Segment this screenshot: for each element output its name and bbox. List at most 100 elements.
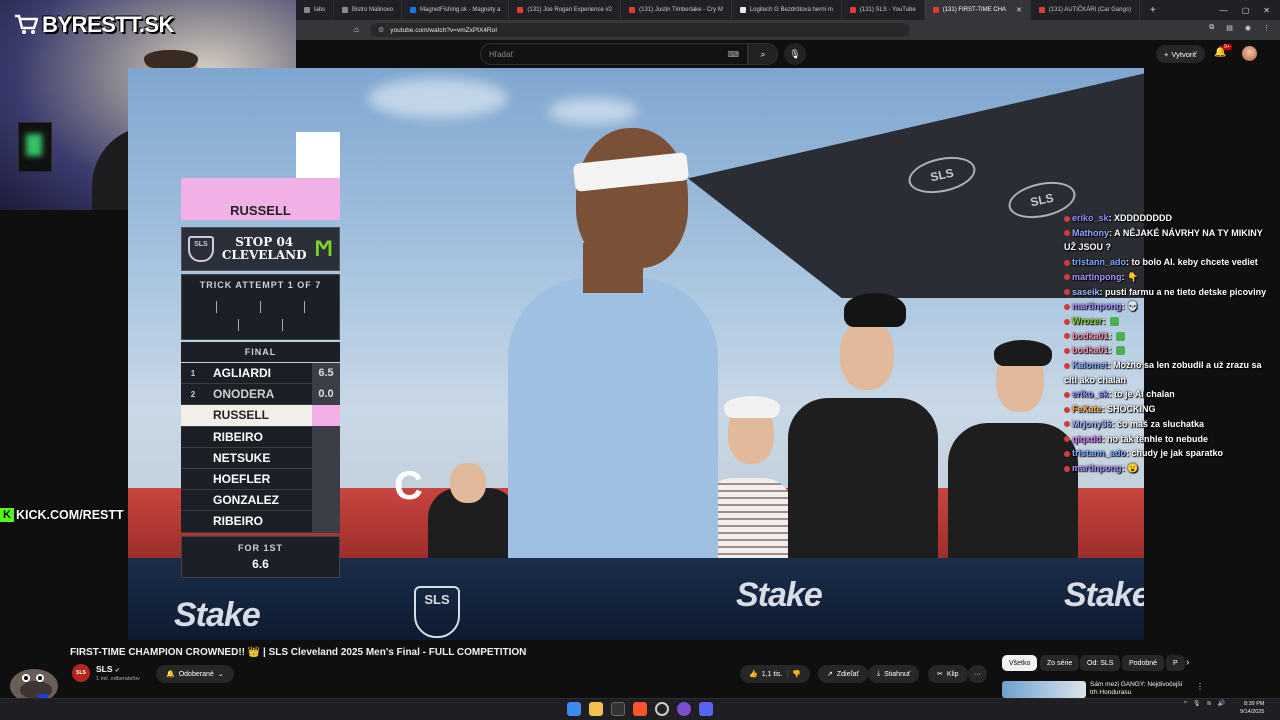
clock[interactable]: 8:39 PM 9/14/2025 xyxy=(1240,700,1264,716)
skater-name: GONZALEZ xyxy=(213,493,279,508)
address-bar-row: ⌂ ⚙ youtube.com/watch?v=vmZxPIX4RoI ⧉ ▤ … xyxy=(296,20,1280,40)
chevron-up-icon[interactable]: ^ xyxy=(1184,701,1187,707)
filter-chip[interactable]: Zo série xyxy=(1040,655,1080,671)
verified-icon: ✔ xyxy=(114,668,120,674)
chat-username: bodka01 xyxy=(1072,345,1109,356)
event-card: SLS STOP 04 CLEVELAND Ϻ xyxy=(181,227,340,271)
url-text: youtube.com/watch?v=vmZxPIX4RoI xyxy=(390,26,498,34)
filter-chip[interactable]: Všetko xyxy=(1002,655,1038,671)
chat-username: Mathony xyxy=(1072,227,1109,238)
youtube-header: Hľadať ⌨ ⌕ 🎙 + Vytvoriť 🔔 9+ xyxy=(296,40,1280,68)
chat-message: martinpong: 💀 xyxy=(1064,299,1274,314)
site-info-icon[interactable]: ⚙ xyxy=(378,26,384,34)
attempt-label: TRICK ATTEMPT 1 OF 7 xyxy=(199,280,322,290)
current-skater: RUSSELL xyxy=(181,178,340,220)
cloud xyxy=(368,78,508,118)
mic-tray-icon[interactable]: 🎙 xyxy=(1193,700,1201,707)
folder-icon[interactable] xyxy=(589,702,603,716)
recommended-thumbnail[interactable] xyxy=(1002,681,1086,698)
leaderboard-row: NETSUKE xyxy=(181,447,340,469)
obs-icon[interactable] xyxy=(655,702,669,716)
new-tab-button[interactable]: + xyxy=(1140,5,1166,16)
search-button[interactable]: ⌕ xyxy=(748,43,778,65)
browser-tab[interactable]: Bistro Malinovo xyxy=(334,0,403,20)
browser-tab[interactable]: (131) Joe Rogan Experience #2 xyxy=(509,0,622,20)
url-field[interactable]: ⚙ youtube.com/watch?v=vmZxPIX4RoI xyxy=(370,23,910,37)
event-text: STOP 04 CLEVELAND xyxy=(222,236,307,262)
kick-overlay: K KICK.COM/RESTT xyxy=(0,508,124,522)
close-tab-icon[interactable]: ✕ xyxy=(1016,6,1022,14)
subscribed-label: Odoberané xyxy=(178,670,214,678)
chat-text: pusti farmu a ne tieto detske picoviny xyxy=(1105,286,1267,297)
chat-text: to bolo AI. keby chcete vediet xyxy=(1131,257,1258,268)
close-window-icon[interactable]: ✕ xyxy=(1263,6,1270,15)
chat-message: bodka01: xyxy=(1064,343,1274,358)
share-button[interactable]: ↗ Zdieľať xyxy=(818,665,869,683)
channel-name-text: SLS xyxy=(96,664,113,674)
search-input[interactable]: Hľadať ⌨ xyxy=(480,43,748,65)
spectator-cap xyxy=(994,340,1052,366)
maximize-icon[interactable]: ▢ xyxy=(1242,6,1250,15)
bookmark-icon[interactable]: ⌂ xyxy=(354,25,359,34)
keyboard-icon[interactable]: ⌨ xyxy=(727,50,739,59)
sidebar-icon[interactable]: ▤ xyxy=(1226,24,1233,32)
chat-text: 💀 xyxy=(1127,301,1139,312)
filter-chip[interactable]: Podobné xyxy=(1122,655,1165,671)
channel-avatar[interactable]: SLS xyxy=(72,664,90,682)
brave-icon[interactable] xyxy=(633,702,647,716)
rec-more-icon[interactable]: ⋮ xyxy=(1196,682,1204,691)
chat-message: tristann_ado: chudy je jak sparatko xyxy=(1064,446,1274,461)
like-dislike-button[interactable]: 👍 1,1 tis. | 👎 xyxy=(740,665,810,683)
filter-chip[interactable]: P xyxy=(1166,655,1185,671)
clip-button[interactable]: ✂ Klip xyxy=(928,665,968,683)
chat-message: tristann_ado: to bolo AI. keby chcete ve… xyxy=(1064,255,1274,270)
create-button[interactable]: + Vytvoriť xyxy=(1156,45,1205,63)
score xyxy=(312,405,340,426)
start-icon[interactable] xyxy=(567,702,581,716)
score xyxy=(312,511,340,532)
extensions-icon[interactable]: ⧉ xyxy=(1209,24,1214,32)
profile-icon[interactable]: ◉ xyxy=(1245,24,1251,32)
sls-badge: SLS xyxy=(188,236,214,262)
filter-chip[interactable]: Od: SLS xyxy=(1080,655,1121,671)
cart-icon xyxy=(15,14,38,34)
browser-tab[interactable]: MagnetFishing.sk - Magnety a xyxy=(402,0,510,20)
dislike-icon[interactable]: 👎 xyxy=(792,670,801,678)
chat-username: Wrozer xyxy=(1072,315,1103,326)
browser-tab[interactable]: (131) FIRST-TIME CHA ✕ xyxy=(924,0,1031,20)
rank: 1 xyxy=(190,368,196,378)
wifi-icon[interactable]: ≋ xyxy=(1206,700,1211,707)
discord-icon[interactable] xyxy=(699,702,713,716)
menu-icon[interactable]: ⋮ xyxy=(1263,24,1270,32)
favicon-icon xyxy=(342,7,349,13)
browser-tab[interactable]: (131) AUTIČKÁRI (Car Gangs) xyxy=(1031,0,1140,20)
chat-message: Wrozer: xyxy=(1064,314,1274,329)
chat-colon: : xyxy=(1108,345,1115,356)
share-label: Zdieľať xyxy=(836,670,860,678)
channel-name[interactable]: SLS ✔ xyxy=(96,664,120,674)
like-icon[interactable]: 👍 xyxy=(749,670,758,678)
voice-search-button[interactable]: 🎙 xyxy=(784,43,806,65)
account-avatar[interactable] xyxy=(1242,46,1257,61)
recommended-title[interactable]: Sám mezi GANGY: Nejdivočejší trh Hondura… xyxy=(1090,681,1190,697)
browser-tab[interactable]: Logitech G Bezdrôtová herní m xyxy=(732,0,842,20)
clock-date: 9/14/2025 xyxy=(1240,709,1265,715)
volume-icon[interactable]: 🔊 xyxy=(1217,700,1224,707)
score: 0.0 xyxy=(312,384,340,405)
tick xyxy=(304,301,305,313)
more-icon: ··· xyxy=(974,670,981,678)
minimize-icon[interactable]: — xyxy=(1220,6,1228,15)
subscribed-button[interactable]: 🔔 Odoberané ⌄ xyxy=(156,665,234,683)
chat-username: FeXate xyxy=(1072,404,1102,415)
discord-alt-icon[interactable] xyxy=(677,702,691,716)
browser-tab[interactable]: (131) SLS - YouTube xyxy=(842,0,925,20)
chat-colon: : xyxy=(1102,315,1108,326)
browser-tab[interactable]: labs xyxy=(296,0,335,20)
download-button[interactable]: ⤓ Stiahnuť xyxy=(868,665,920,683)
more-actions-button[interactable]: ··· xyxy=(968,665,987,683)
browser-tab[interactable]: (131) Justin Timberlake - Cry M xyxy=(621,0,732,20)
chat-badge-icon xyxy=(1064,303,1070,310)
app-icon[interactable] xyxy=(611,702,625,716)
chevron-right-icon[interactable]: › xyxy=(1186,657,1189,668)
tab-label: (131) Justin Timberlake - Cry M xyxy=(639,7,723,13)
